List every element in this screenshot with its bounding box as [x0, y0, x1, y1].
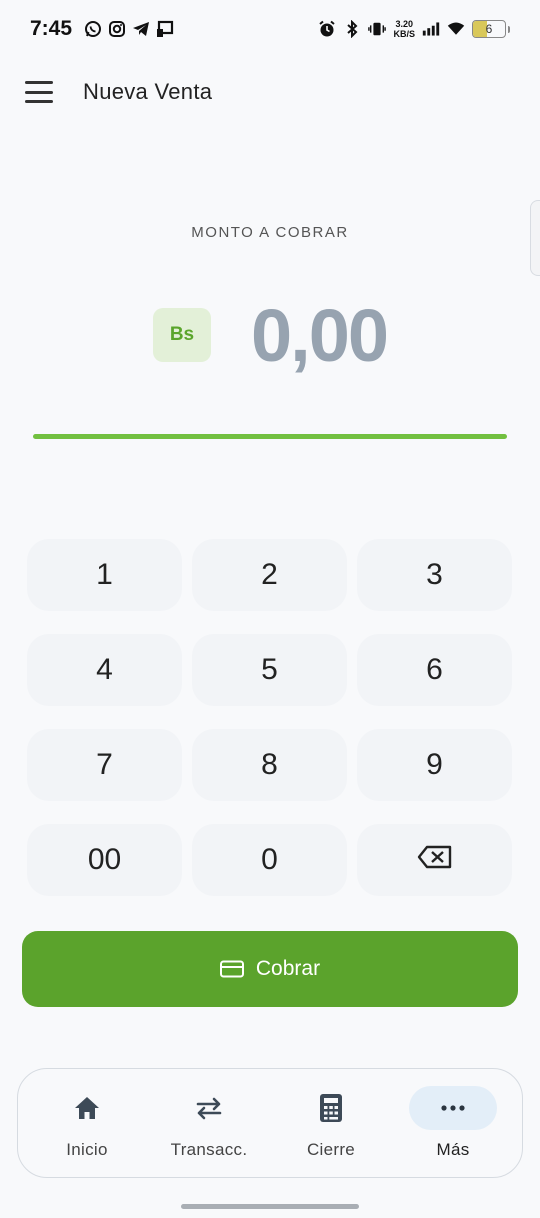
backspace-key[interactable] [357, 824, 512, 896]
amount-display: Bs 0,00 [0, 290, 540, 380]
numeric-keypad: 1 2 3 4 5 6 7 8 9 00 0 [27, 539, 513, 896]
key-1[interactable]: 1 [27, 539, 182, 611]
signal-icon [422, 20, 440, 38]
wifi-icon [447, 20, 465, 38]
more-dots-icon [409, 1086, 497, 1130]
bluetooth-icon [343, 20, 361, 38]
instagram-icon [108, 20, 126, 38]
key-6[interactable]: 6 [357, 634, 512, 706]
bottom-navigation: Inicio Transacc. Cierre Más [17, 1068, 523, 1178]
backspace-icon [417, 843, 453, 877]
nav-label-mas: Más [436, 1140, 470, 1159]
cast-icon [156, 20, 174, 38]
key-5[interactable]: 5 [192, 634, 347, 706]
swap-arrows-icon [165, 1086, 253, 1130]
status-bar: 7:45 3.20 KB/S 6 [0, 0, 540, 58]
status-left: 7:45 [30, 17, 174, 41]
gesture-bar[interactable] [181, 1204, 359, 1209]
amount-value: 0,00 [250, 293, 389, 377]
net-speed-value: 3.20 [395, 19, 413, 29]
hamburger-menu-icon[interactable] [25, 81, 53, 103]
key-3[interactable]: 3 [357, 539, 512, 611]
vibrate-icon [368, 20, 387, 38]
telegram-icon [132, 20, 150, 38]
key-00[interactable]: 00 [27, 824, 182, 896]
battery-tip [508, 25, 510, 33]
whatsapp-icon [84, 20, 102, 38]
app-bar: Nueva Venta [0, 62, 540, 122]
key-9[interactable]: 9 [357, 729, 512, 801]
calculator-icon [287, 1086, 375, 1130]
nav-item-transacciones[interactable]: Transacc. [154, 1086, 264, 1160]
page-title: Nueva Venta [83, 79, 213, 104]
battery-level: 6 [485, 22, 493, 36]
nav-label-transacciones: Transacc. [170, 1140, 248, 1159]
battery-icon: 6 [472, 20, 506, 38]
net-speed-unit: KB/S [393, 29, 415, 39]
nav-item-cierre[interactable]: Cierre [276, 1086, 386, 1160]
key-0[interactable]: 0 [192, 824, 347, 896]
credit-card-icon [219, 960, 244, 978]
nav-item-inicio[interactable]: Inicio [32, 1086, 142, 1160]
home-icon [43, 1086, 131, 1130]
nav-label-inicio: Inicio [66, 1140, 108, 1159]
status-right: 3.20 KB/S 6 [318, 19, 510, 39]
status-time: 7:45 [30, 17, 73, 40]
key-7[interactable]: 7 [27, 729, 182, 801]
nav-label-cierre: Cierre [306, 1140, 356, 1159]
amount-underline [33, 434, 507, 439]
charge-button-label: Cobrar [255, 957, 321, 980]
key-2[interactable]: 2 [192, 539, 347, 611]
currency-badge[interactable]: Bs [152, 308, 211, 362]
alarm-icon [318, 20, 336, 38]
nav-item-mas[interactable]: Más [398, 1086, 508, 1160]
net-speed: 3.20 KB/S [393, 19, 415, 39]
charge-button[interactable]: Cobrar [22, 931, 518, 1007]
amount-label: MONTO A COBRAR [191, 224, 349, 241]
key-8[interactable]: 8 [192, 729, 347, 801]
key-4[interactable]: 4 [27, 634, 182, 706]
